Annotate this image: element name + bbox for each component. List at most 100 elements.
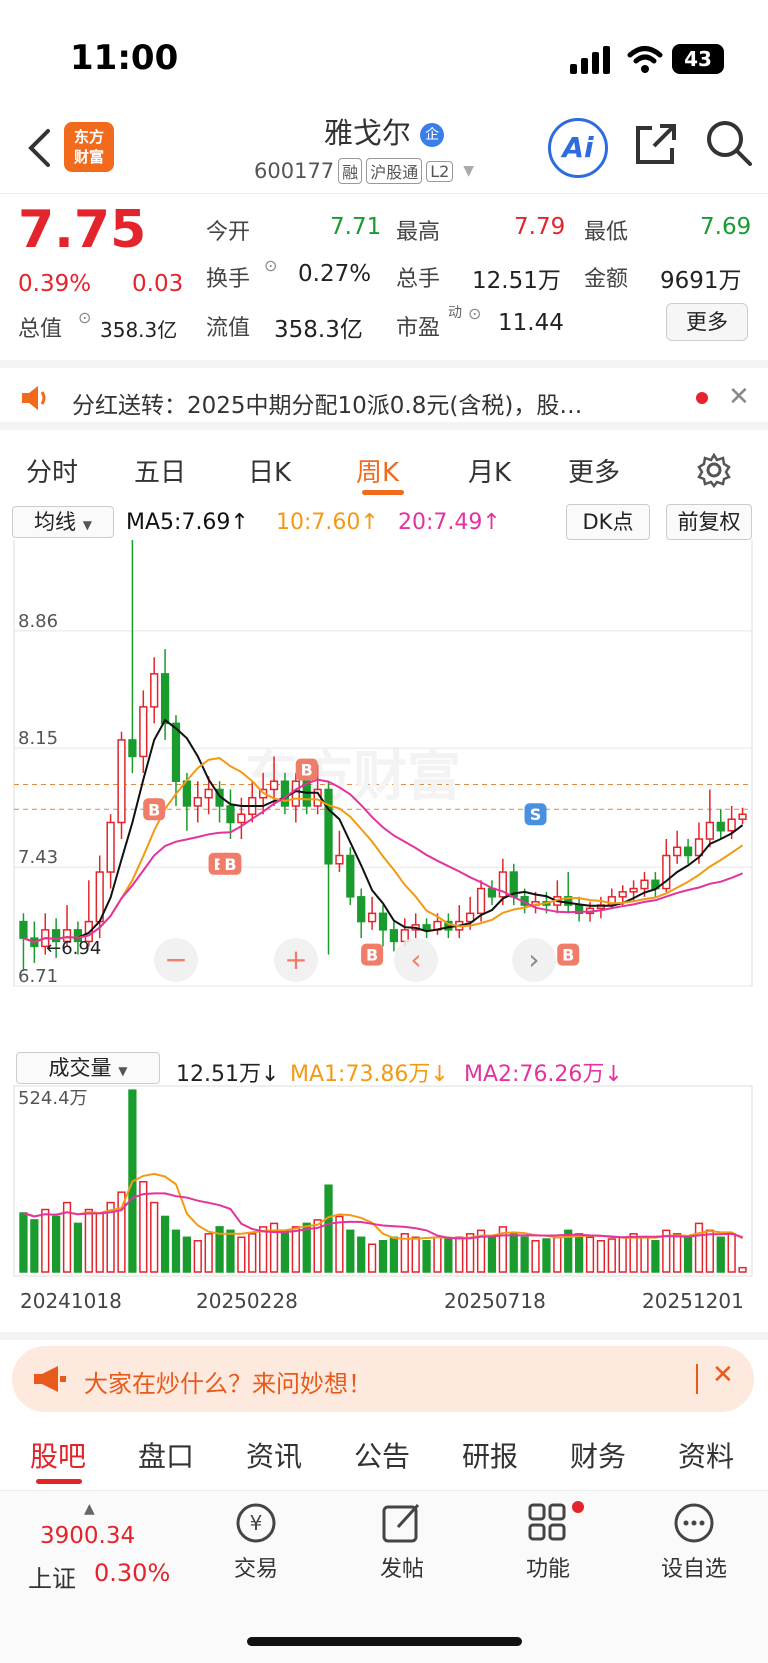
kline-chart[interactable]: 东方财富 BBBBBSB 9.588.868.157.436.71←9.58←6… <box>0 540 768 1340</box>
candle-body <box>629 887 638 893</box>
volume-bar <box>640 1236 649 1273</box>
index-pct[interactable]: 0.30% <box>94 1559 170 1587</box>
watchlist-button[interactable]: 设自选 <box>634 1501 754 1583</box>
date-axis-label: 20241018 <box>20 1289 122 1313</box>
ai-button[interactable]: Ai <box>548 118 608 178</box>
date-axis-label: 20250228 <box>196 1289 298 1313</box>
volume-bar <box>182 1236 192 1273</box>
index-name[interactable]: 上证 <box>28 1559 76 1594</box>
tab-5day[interactable]: 五日 <box>134 452 186 489</box>
volume-bar <box>738 1266 747 1273</box>
more-button[interactable]: 更多 <box>666 303 748 341</box>
banner-close-icon[interactable]: ✕ <box>712 1360 734 1390</box>
volume-bar <box>346 1229 355 1273</box>
volume-bar <box>19 1212 28 1273</box>
megaphone-icon <box>34 1366 66 1392</box>
next-button[interactable]: › <box>512 938 556 982</box>
ask-banner[interactable]: 大家在炒什么？来问妙想！ ✕ <box>12 1346 754 1412</box>
period-tabs: 分时 五日 日K 周K 月K 更多 <box>0 438 768 500</box>
edit-icon <box>382 1503 420 1543</box>
candle-body <box>335 854 344 865</box>
volume-selector[interactable]: 成交量 ▼ <box>16 1052 160 1084</box>
zoom-in-button[interactable]: + <box>274 938 318 982</box>
signal-label: B <box>148 800 160 819</box>
volume-bar <box>531 1240 540 1273</box>
tab-research[interactable]: 研报 <box>462 1435 518 1475</box>
dk-point-selector[interactable]: DK点 <box>566 504 650 540</box>
candle-body <box>171 722 181 782</box>
tab-announcement[interactable]: 公告 <box>354 1435 410 1475</box>
volume-selector-label: 成交量 <box>48 1056 112 1080</box>
volume-axis-label: 524.4万 <box>18 1088 88 1109</box>
candle-body <box>106 821 115 873</box>
candle-body <box>640 879 649 890</box>
zoom-in-button-glyph: + <box>284 943 307 976</box>
info-icon[interactable]: ⊙ <box>78 308 91 327</box>
tab-news[interactable]: 资讯 <box>246 1435 302 1475</box>
trade-button[interactable]: ¥ 交易 <box>196 1501 316 1583</box>
yuan-icon: ¥ <box>236 1503 276 1543</box>
search-icon[interactable] <box>704 118 754 168</box>
settings-gear-icon[interactable] <box>696 452 732 488</box>
volume-bar <box>553 1236 562 1273</box>
tab-pankou[interactable]: 盘口 <box>138 1435 194 1475</box>
volume-bar <box>651 1240 660 1273</box>
share-icon[interactable] <box>632 120 680 168</box>
dropdown-icon[interactable]: ▼ <box>463 163 474 179</box>
volume-ma1: MA1:73.86万↓ <box>290 1062 449 1087</box>
low-label: 最低 <box>584 220 629 245</box>
volume-bar <box>673 1233 682 1273</box>
volume-bar <box>226 1229 235 1273</box>
open-value: 7.71 <box>330 214 382 240</box>
tab-finance[interactable]: 财务 <box>570 1435 626 1475</box>
candle-body <box>346 854 355 898</box>
tab-intraday[interactable]: 分时 <box>26 452 78 489</box>
high-label: 最高 <box>396 220 441 245</box>
tab-profile[interactable]: 资料 <box>678 1435 734 1475</box>
speaker-icon <box>22 386 46 410</box>
prev-button[interactable]: ‹ <box>394 938 438 982</box>
tag-margin: 融 <box>338 158 363 184</box>
index-value[interactable]: 3900.34 <box>40 1523 135 1549</box>
change-amount: 0.03 <box>132 271 184 297</box>
volume-bar <box>302 1222 311 1273</box>
home-indicator <box>247 1637 522 1646</box>
tab-daily[interactable]: 日K <box>248 452 291 489</box>
volume-bar <box>509 1233 518 1273</box>
post-button[interactable]: 发帖 <box>342 1501 462 1583</box>
turnover-info-icon[interactable]: ⊙ <box>264 256 277 275</box>
volume-bar <box>41 1208 50 1273</box>
dividend-notice[interactable]: 分红送转：2025中期分配10派0.8元(含税)，股… ✕ <box>0 360 768 430</box>
candle-body <box>673 846 682 857</box>
tab-monthly[interactable]: 月K <box>468 452 511 489</box>
tab-weekly[interactable]: 周K <box>356 452 399 489</box>
tab-guba[interactable]: 股吧 <box>30 1435 86 1475</box>
signal-label: B <box>562 946 574 965</box>
volume-bar <box>150 1201 159 1273</box>
tab-more[interactable]: 更多 <box>568 452 620 489</box>
close-icon[interactable]: ✕ <box>728 382 750 412</box>
fuquan-selector[interactable]: 前复权 <box>666 504 752 540</box>
volume-bar <box>574 1233 584 1273</box>
volume-bar <box>596 1240 606 1273</box>
function-button[interactable]: 功能 <box>488 1501 608 1583</box>
ma-selector[interactable]: 均线 ▼ <box>12 506 114 538</box>
price-axis-label: 6.71 <box>18 966 58 987</box>
candle-body <box>367 912 377 923</box>
next-button-glyph: › <box>528 943 539 976</box>
status-time: 11:00 <box>70 38 179 78</box>
volume-bar <box>259 1226 268 1273</box>
volume-bar <box>95 1212 104 1273</box>
price-axis-label: 7.43 <box>18 847 58 868</box>
zoom-out-button[interactable]: − <box>154 938 198 982</box>
more-dots-icon <box>674 1503 714 1543</box>
ma5-value: MA5:7.69↑ <box>126 510 249 535</box>
volume-bar <box>357 1236 366 1273</box>
volume-bar <box>487 1236 497 1273</box>
candle-body <box>422 924 431 931</box>
candle-body <box>357 896 366 923</box>
unread-dot <box>696 392 708 404</box>
pe-info-icon[interactable]: ⊙ <box>468 304 481 323</box>
ma-selector-label: 均线 <box>34 510 77 534</box>
volume-bar <box>324 1184 333 1273</box>
